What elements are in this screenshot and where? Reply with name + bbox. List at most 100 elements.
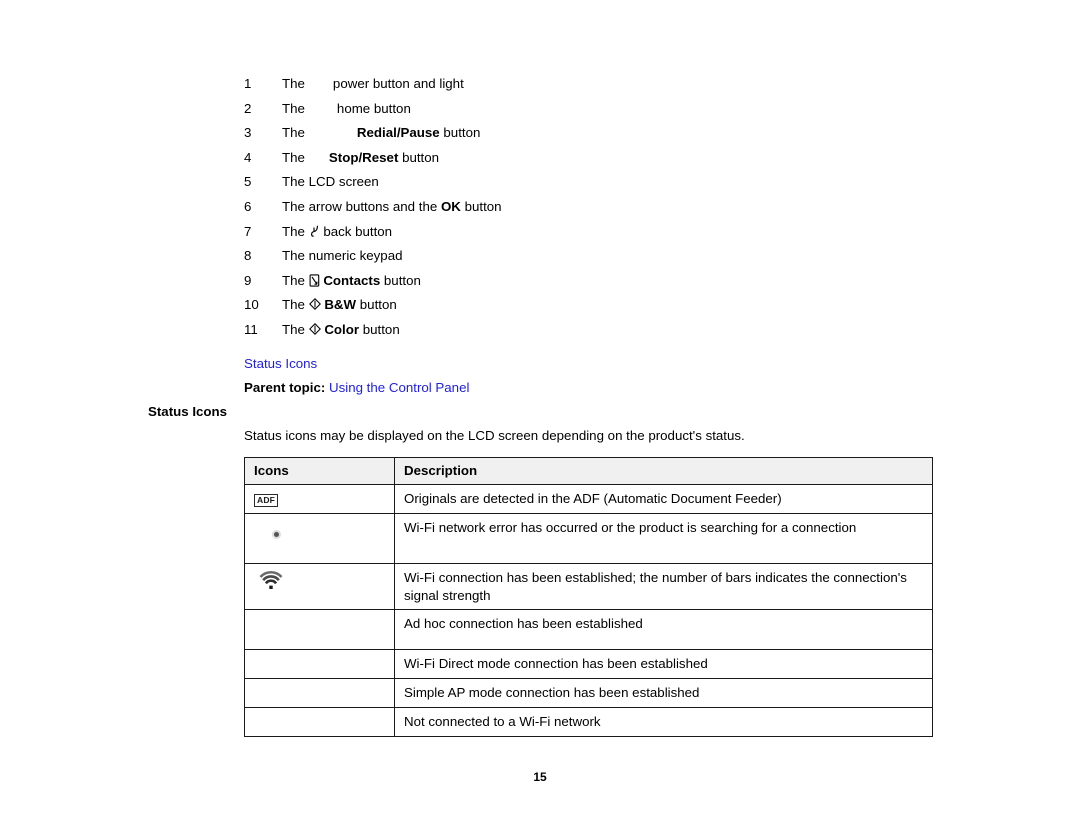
page-title: Status Icons	[148, 404, 228, 419]
list-item-text: The Contacts button	[282, 269, 421, 294]
list-item-text: The power button and light	[282, 72, 464, 97]
list-item-label: LCD screen	[308, 174, 379, 190]
list-item-label: button	[356, 297, 397, 313]
list-item-number: 10	[244, 297, 259, 313]
description-cell: Wi-Fi Direct mode connection has been es…	[394, 649, 933, 679]
list-item-label: numeric keypad	[308, 248, 403, 264]
adf-icon: ADF	[254, 494, 279, 507]
list-item-text: The home button	[282, 97, 411, 122]
list-item: 7 The back button	[244, 220, 944, 245]
list-item-number: 3	[244, 125, 252, 141]
list-item-label: back button	[323, 223, 393, 239]
list-item-label: button	[359, 321, 400, 337]
list-item-text: The LCD screen	[282, 170, 379, 195]
list-item-prefix: The	[282, 76, 305, 91]
description-cell: Wi-Fi connection has been established; t…	[394, 563, 933, 610]
description-cell: Ad hoc connection has been established	[394, 609, 933, 650]
list-item: 2 The home button	[244, 97, 944, 122]
icon-cell	[244, 678, 395, 708]
description-cell: Simple AP mode connection has been estab…	[394, 678, 933, 708]
start-bw-button-icon	[308, 298, 321, 311]
list-item-text: The back button	[282, 220, 392, 245]
table-row: Wi-Fi connection has been established; t…	[244, 563, 933, 610]
table-row: ADF Originals are detected in the ADF (A…	[244, 484, 933, 514]
list-item-button-name: Stop/Reset	[328, 149, 399, 165]
list-item: 10 The B&W button	[244, 293, 944, 318]
list-item-text: The arrow buttons and the OK button	[282, 195, 502, 220]
wifi-connected-icon	[258, 570, 284, 590]
icon-cell	[244, 563, 395, 610]
list-item-number: 2	[244, 100, 252, 116]
icon-cell	[244, 513, 395, 564]
parent-topic-label: Parent topic:	[244, 380, 326, 395]
description-cell: Wi-Fi network error has occurred or the …	[394, 513, 933, 564]
parent-topic-link[interactable]: Using the Control Panel	[329, 380, 469, 395]
list-item-prefix: The	[282, 223, 305, 239]
description-cell: Originals are detected in the ADF (Autom…	[394, 484, 933, 514]
list-item-label: button	[460, 198, 502, 214]
list-item-number: 11	[244, 321, 258, 337]
list-item-label: button	[380, 272, 421, 288]
column-header-icons: Icons	[244, 457, 395, 485]
list-item-label: home button	[336, 100, 411, 116]
table-row: Ad hoc connection has been established	[244, 609, 933, 650]
list-item: 8 The numeric keypad	[244, 244, 944, 269]
list-item-text: The Color button	[282, 318, 400, 343]
list-item: 1 The power button and light	[244, 72, 944, 97]
child-topic-link[interactable]: Status Icons	[244, 356, 317, 372]
list-item: 5 The LCD screen	[244, 170, 944, 195]
column-header-description: Description	[394, 457, 933, 485]
icon-cell	[244, 609, 395, 650]
list-item-prefix: The	[282, 248, 305, 264]
list-item-prefix: The	[282, 321, 305, 337]
list-item-prefix: The	[282, 272, 305, 288]
intro-paragraph: Status icons may be displayed on the LCD…	[244, 428, 745, 443]
icon-cell: ADF	[244, 484, 395, 514]
list-item-prefix: The	[282, 149, 305, 165]
list-item-label: power button and light	[332, 76, 464, 91]
description-cell: Not connected to a Wi-Fi network	[394, 707, 933, 737]
table-row: Simple AP mode connection has been estab…	[244, 678, 933, 708]
list-item-prefix: The	[282, 198, 305, 214]
start-color-button-icon	[308, 322, 321, 335]
list-item-text: The B&W button	[282, 293, 397, 318]
list-item: 9 The Contacts button	[244, 269, 944, 294]
list-item-button-name: Color	[324, 321, 360, 337]
table-row: Wi-Fi Direct mode connection has been es…	[244, 649, 933, 679]
page-number: 15	[533, 770, 547, 784]
list-item-label: button	[398, 149, 440, 165]
table-row: Wi-Fi network error has occurred or the …	[244, 513, 933, 564]
control-panel-legend-list: 1 The power button and light 2 The home bu…	[244, 72, 944, 343]
list-item: 4 The Stop/Reset button	[244, 146, 944, 171]
table-header-row: Icons Description	[244, 457, 933, 485]
icon-cell	[244, 707, 395, 737]
list-item: 3 The Redial/Pause button	[244, 121, 944, 146]
list-item-number: 1	[244, 76, 252, 91]
list-item-label: button	[439, 125, 481, 141]
list-item-prefix: The	[282, 125, 305, 141]
document-page: 1 The power button and light 2 The home bu…	[0, 0, 1080, 834]
list-item-button-name: OK	[440, 198, 461, 214]
list-item-prefix: The	[282, 100, 305, 116]
list-item-prefix: The	[282, 174, 305, 190]
list-item-text: The Redial/Pause button	[282, 121, 480, 146]
list-item: 6 The arrow buttons and the OK button	[244, 195, 944, 220]
list-item-number: 7	[244, 223, 252, 239]
list-item-button-name: Contacts	[323, 272, 381, 288]
list-item-number: 5	[244, 174, 252, 190]
wifi-searching-icon	[272, 530, 281, 539]
back-button-icon	[309, 225, 320, 237]
list-item-text: The numeric keypad	[282, 244, 403, 269]
list-item-number: 8	[244, 248, 252, 264]
list-item-text: The Stop/Reset button	[282, 146, 439, 171]
list-item-prefix: The	[282, 297, 305, 313]
table-row: Not connected to a Wi-Fi network	[244, 707, 933, 737]
parent-topic: Parent topic: Using the Control Panel	[244, 380, 469, 396]
contacts-button-icon	[309, 274, 320, 287]
list-item-number: 6	[244, 198, 252, 214]
list-item-label-pre: arrow buttons and the	[308, 198, 441, 214]
status-icons-table: Icons Description ADF Originals are dete…	[244, 457, 933, 737]
list-item: 11 The Color button	[244, 318, 944, 343]
list-item-button-name: Redial/Pause	[356, 125, 440, 141]
list-item-button-name: B&W	[324, 297, 357, 313]
